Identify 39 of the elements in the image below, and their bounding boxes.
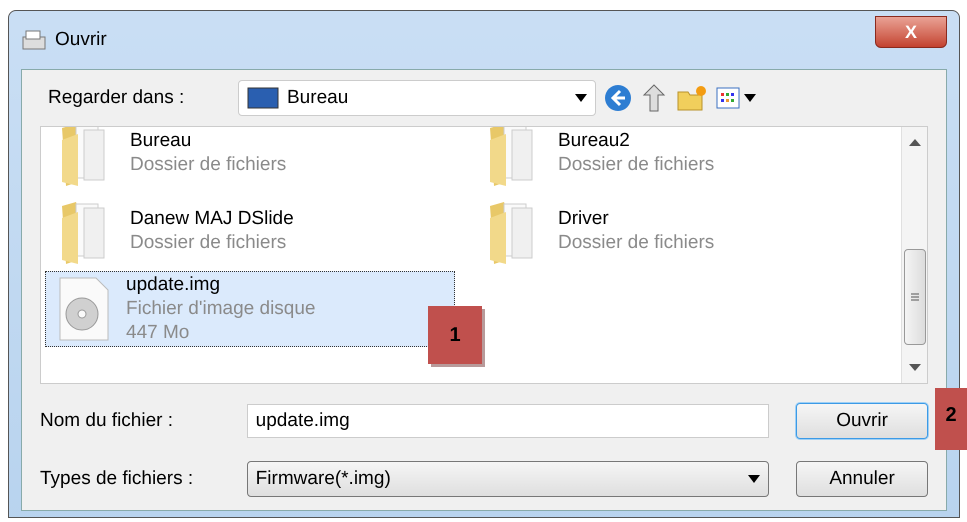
desktop-icon (247, 87, 279, 109)
open-button[interactable]: Ouvrir (796, 403, 928, 439)
scroll-up-icon[interactable] (908, 139, 920, 146)
file-type-dropdown[interactable]: Firmware(*.img) (246, 461, 769, 497)
file-item[interactable]: Danew MAJ DSlide Dossier de fichiers (45, 193, 455, 269)
file-type: Dossier de fichiers (130, 231, 288, 255)
file-item[interactable]: Driver Dossier de fichiers (473, 193, 883, 269)
file-item[interactable]: Bureau2 Dossier de fichiers (473, 127, 883, 191)
annotation-badge: 1 (428, 306, 482, 364)
file-name: update.img (126, 273, 222, 297)
file-name: Danew MAJ DSlide (130, 207, 294, 231)
file-type: Dossier de fichiers (558, 231, 714, 255)
window-title: Ouvrir (55, 28, 107, 52)
file-size: 447 Mo (126, 321, 190, 345)
cancel-button[interactable]: Annuler (796, 461, 928, 497)
look-in-dropdown[interactable]: Bureau (238, 80, 596, 116)
scroll-thumb[interactable] (904, 249, 926, 345)
back-icon[interactable] (604, 84, 632, 112)
file-type: Dossier de fichiers (130, 153, 286, 177)
file-name: Driver (558, 207, 610, 231)
file-name-field[interactable]: update.img (246, 404, 769, 438)
new-folder-icon[interactable] (676, 84, 708, 112)
file-name-label: Nom du fichier : (40, 408, 174, 433)
view-menu-icon[interactable] (716, 87, 756, 109)
disc-file-icon (58, 276, 110, 342)
file-name: Bureau (130, 129, 192, 153)
caret-icon (575, 94, 587, 102)
file-type: Fichier d'image disque (126, 297, 316, 321)
file-type-label: Types de fichiers : (40, 466, 194, 491)
file-name: Bureau2 (558, 129, 631, 153)
scrollbar[interactable] (901, 127, 927, 383)
look-in-label: Regarder dans : (47, 86, 186, 110)
file-item[interactable]: Bureau Dossier de fichiers (45, 127, 455, 191)
dialog-app-icon (21, 29, 47, 51)
annotation-badge: 2 (935, 388, 967, 450)
file-type: Dossier de fichiers (558, 153, 714, 177)
caret-icon (748, 475, 760, 483)
up-folder-icon[interactable] (640, 83, 668, 113)
scroll-down-icon[interactable] (908, 364, 920, 371)
